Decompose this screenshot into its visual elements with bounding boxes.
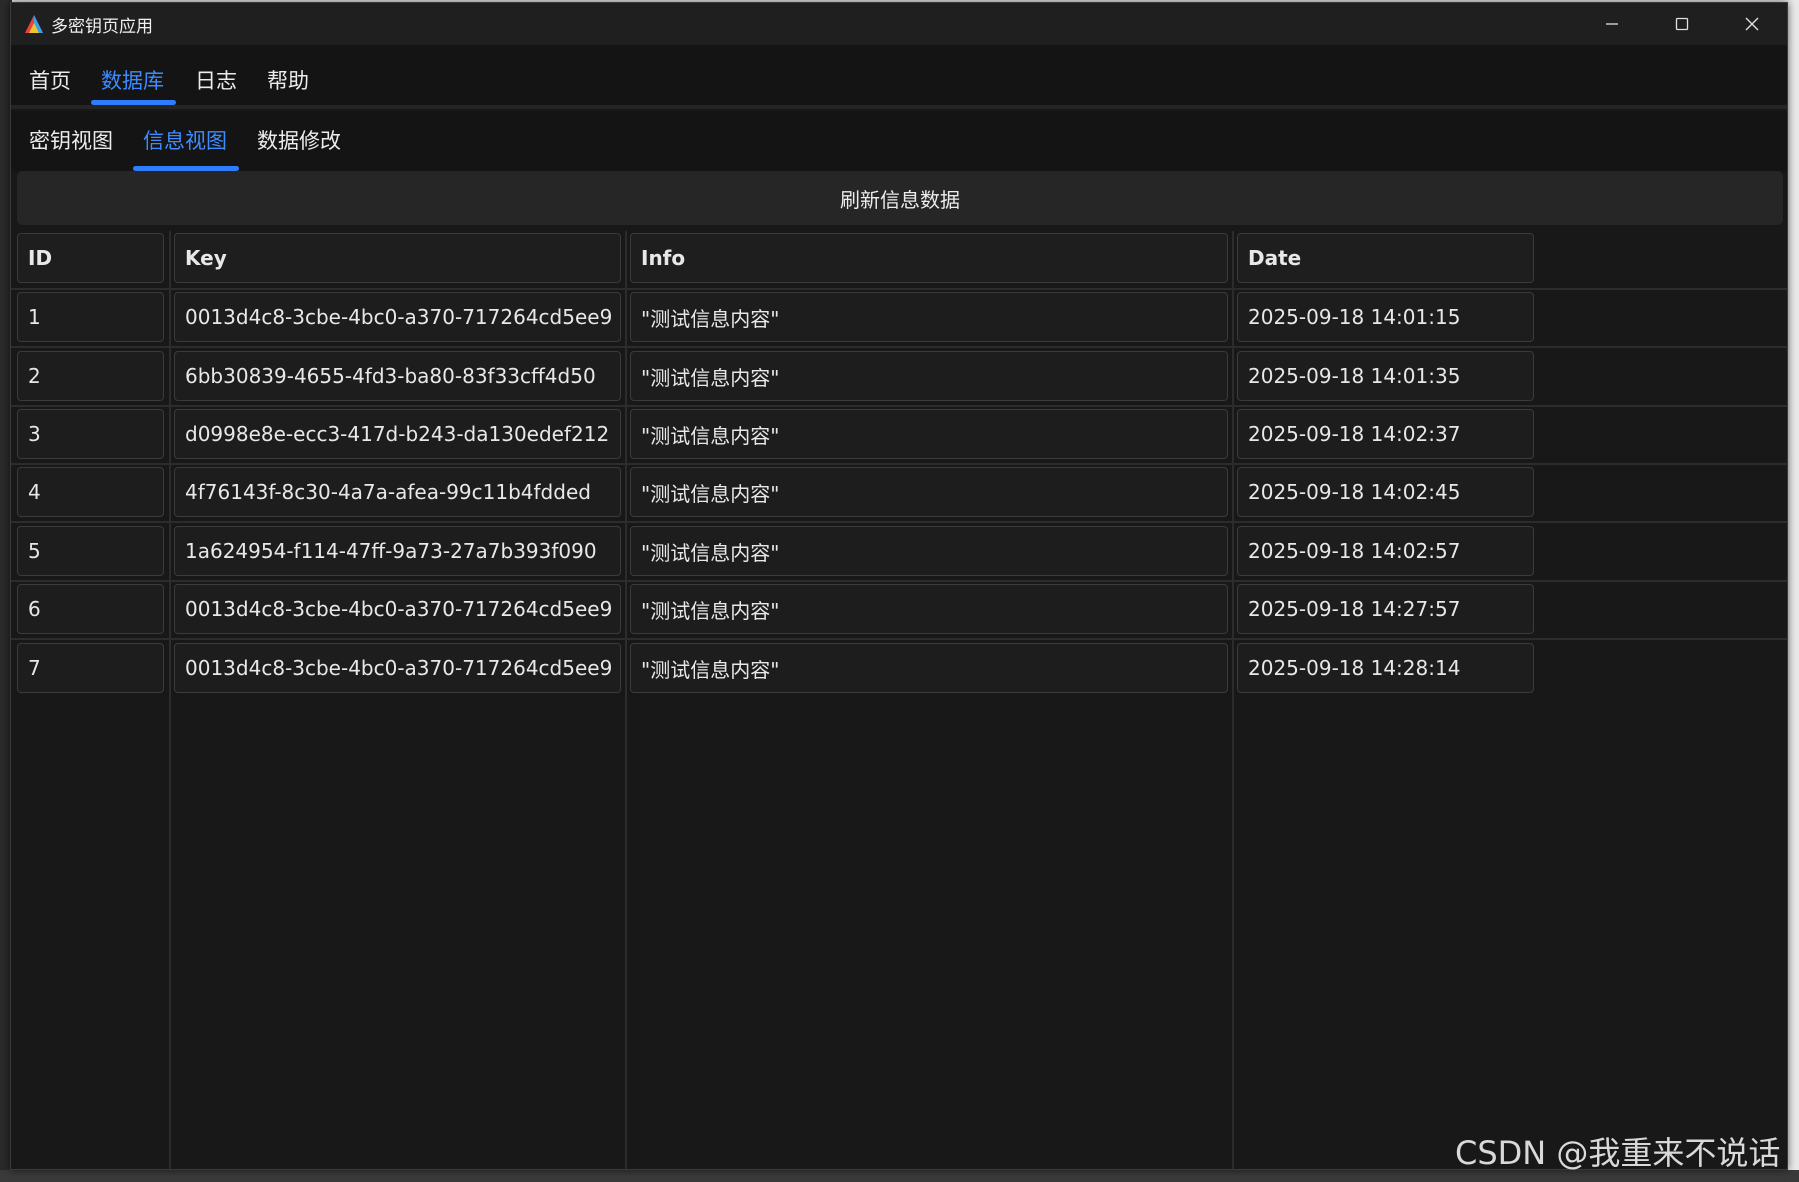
menu-item-log[interactable]: 日志 [195,65,237,95]
cell-date[interactable]: 2025-09-18 14:28:14 [1237,643,1534,693]
tab-key-view[interactable]: 密钥视图 [29,125,113,155]
cell-key[interactable]: 0013d4c8-3cbe-4bc0-a370-717264cd5ee9 [174,643,621,693]
minimize-button[interactable] [1577,3,1647,45]
cell-info[interactable]: "测试信息内容" [630,292,1228,342]
column-header-date[interactable]: Date [1237,233,1534,283]
row-divider [11,405,1787,407]
menu-item-database[interactable]: 数据库 [101,65,164,95]
row-divider [11,346,1787,348]
cell-key[interactable]: 0013d4c8-3cbe-4bc0-a370-717264cd5ee9 [174,584,621,634]
cell-info[interactable]: "测试信息内容" [630,409,1228,459]
cell-key[interactable]: d0998e8e-ecc3-417d-b243-da130edef212 [174,409,621,459]
cell-info[interactable]: "测试信息内容" [630,643,1228,693]
window-controls [1577,3,1787,45]
cell-id[interactable]: 4 [17,467,164,517]
sub-tab-bar: 密钥视图 信息视图 数据修改 [11,111,1787,171]
column-header-info[interactable]: Info [630,233,1228,283]
cell-date[interactable]: 2025-09-18 14:02:37 [1237,409,1534,459]
cell-id[interactable]: 6 [17,584,164,634]
cell-id[interactable]: 5 [17,526,164,576]
cell-id[interactable]: 7 [17,643,164,693]
row-divider [11,463,1787,465]
cell-id[interactable]: 3 [17,409,164,459]
cell-info[interactable]: "测试信息内容" [630,351,1228,401]
cell-date[interactable]: 2025-09-18 14:27:57 [1237,584,1534,634]
cell-date[interactable]: 2025-09-18 14:02:57 [1237,526,1534,576]
cell-date[interactable]: 2025-09-18 14:02:45 [1237,467,1534,517]
column-header-key[interactable]: Key [174,233,621,283]
cell-key[interactable]: 4f76143f-8c30-4a7a-afea-99c11b4fdded [174,467,621,517]
column-divider [169,231,171,1169]
cell-date[interactable]: 2025-09-18 14:01:15 [1237,292,1534,342]
row-divider [11,638,1787,640]
cell-id[interactable]: 1 [17,292,164,342]
info-table: ID Key Info Date 1 0013d4c8-3cbe-4bc0-a3… [11,231,1787,1169]
cell-info[interactable]: "测试信息内容" [630,467,1228,517]
window-title: 多密钥页应用 [51,16,153,37]
maximize-button[interactable] [1647,3,1717,45]
close-icon [1745,17,1759,31]
tab-data-edit[interactable]: 数据修改 [257,125,341,155]
cell-id[interactable]: 2 [17,351,164,401]
minimize-icon [1606,23,1618,25]
maximize-icon [1675,17,1689,31]
watermark: CSDN @我重来不说话 [1455,1134,1781,1172]
menu-bar: 首页 数据库 日志 帮助 [11,45,1787,109]
menu-item-home[interactable]: 首页 [29,65,71,95]
cell-info[interactable]: "测试信息内容" [630,584,1228,634]
refresh-info-button[interactable]: 刷新信息数据 [17,171,1783,225]
row-divider [11,580,1787,582]
app-logo-icon [25,15,43,33]
row-divider [11,288,1787,290]
title-bar: 多密钥页应用 [11,3,1787,45]
close-button[interactable] [1717,3,1787,45]
cell-key[interactable]: 0013d4c8-3cbe-4bc0-a370-717264cd5ee9 [174,292,621,342]
cell-key[interactable]: 1a624954-f114-47ff-9a73-27a7b393f090 [174,526,621,576]
menu-active-indicator [91,100,176,105]
column-divider [1232,231,1234,1169]
cell-info[interactable]: "测试信息内容" [630,526,1228,576]
menu-item-help[interactable]: 帮助 [267,65,309,95]
tab-info-view[interactable]: 信息视图 [143,125,227,155]
row-divider [11,521,1787,523]
cell-key[interactable]: 6bb30839-4655-4fd3-ba80-83f33cff4d50 [174,351,621,401]
cell-date[interactable]: 2025-09-18 14:01:35 [1237,351,1534,401]
column-header-id[interactable]: ID [17,233,164,283]
app-window: 多密钥页应用 首页 数据库 日志 帮助 密钥视图 信息视图 数据修改 刷新信息数… [10,2,1788,1170]
column-divider [625,231,627,1169]
